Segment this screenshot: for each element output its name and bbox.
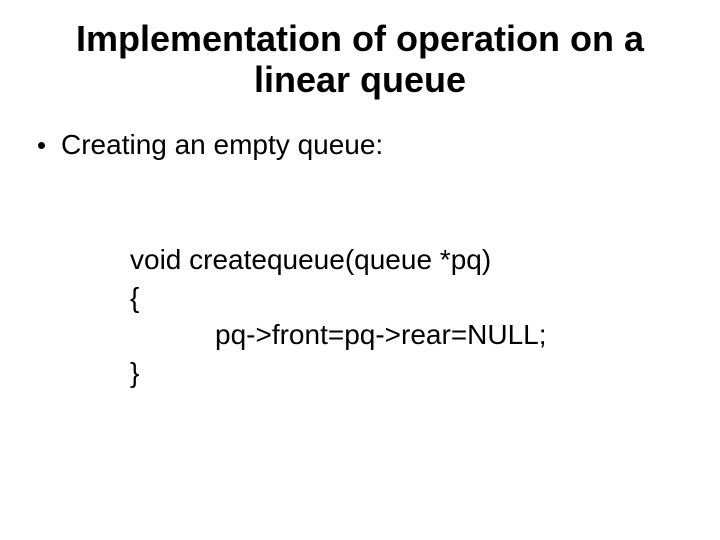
bullet-text: Creating an empty queue: xyxy=(61,129,383,161)
code-line-2: { xyxy=(130,279,690,317)
code-block: void createqueue(queue *pq) { pq->front=… xyxy=(130,241,690,392)
bullet-dot-icon xyxy=(38,142,45,149)
title-line-2: linear queue xyxy=(254,59,466,100)
code-line-3: pq->front=pq->rear=NULL; xyxy=(130,316,690,354)
code-line-4: } xyxy=(130,354,690,392)
code-line-1: void createqueue(queue *pq) xyxy=(130,241,690,279)
bullet-item: Creating an empty queue: xyxy=(38,129,690,161)
slide-title: Implementation of operation on a linear … xyxy=(30,18,690,101)
title-line-1: Implementation of operation on a xyxy=(76,18,644,59)
slide: Implementation of operation on a linear … xyxy=(0,0,720,540)
